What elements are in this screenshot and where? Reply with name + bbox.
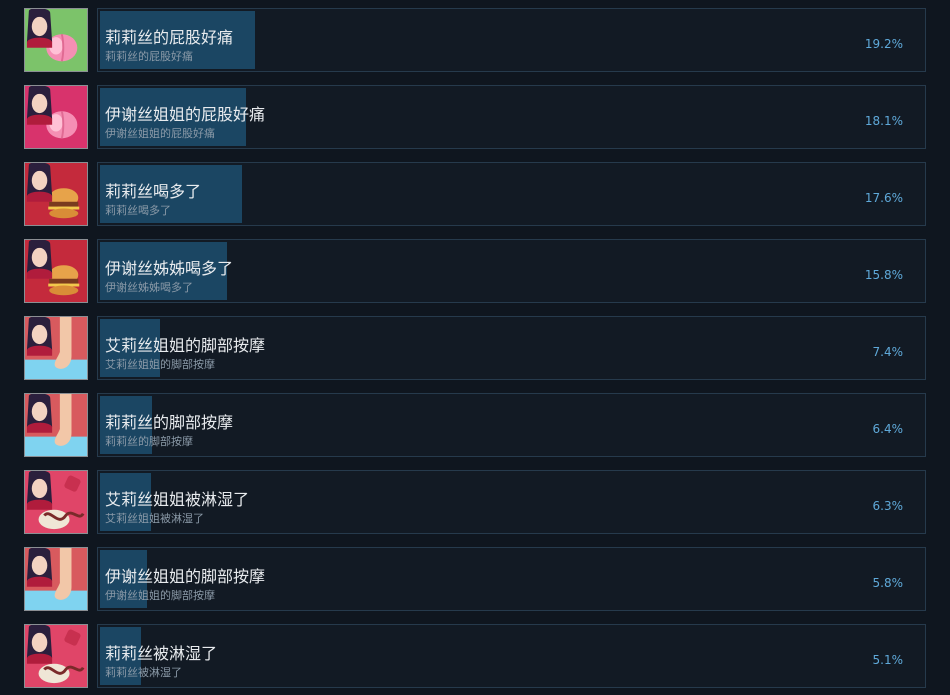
- achievement-panel: 伊谢丝姐姐的脚部按摩 伊谢丝姐姐的脚部按摩 5.8%: [97, 547, 926, 611]
- achievement-row[interactable]: 莉莉丝喝多了 莉莉丝喝多了 17.6%: [0, 162, 950, 228]
- unlock-percentage: 5.8%: [872, 576, 904, 590]
- tentacle-icon: [24, 470, 88, 534]
- achievement-title: 伊谢丝姐姐的脚部按摩: [105, 567, 266, 586]
- unlock-percentage: 6.3%: [872, 499, 904, 513]
- achievement-description: 伊谢丝姐姐的脚部按摩: [105, 589, 215, 602]
- achievement-row[interactable]: 伊谢丝姐姐的脚部按摩 伊谢丝姐姐的脚部按摩 5.8%: [0, 547, 950, 613]
- achievement-title: 莉莉丝的脚部按摩: [105, 413, 234, 432]
- achievement-panel: 莉莉丝的脚部按摩 莉莉丝的脚部按摩 6.4%: [97, 393, 926, 457]
- foot-icon: [24, 316, 88, 380]
- achievement-panel: 莉莉丝喝多了 莉莉丝喝多了 17.6%: [97, 162, 926, 226]
- achievement-description: 艾莉丝姐姐被淋湿了: [105, 512, 204, 525]
- achievement-description: 莉莉丝的屁股好痛: [105, 50, 193, 63]
- foot-icon: [24, 393, 88, 457]
- burger-icon: [24, 239, 88, 303]
- unlock-percentage: 19.2%: [864, 37, 903, 51]
- achievement-panel: 艾莉丝姐姐被淋湿了 艾莉丝姐姐被淋湿了 6.3%: [97, 470, 926, 534]
- achievement-row[interactable]: 伊谢丝姊姊喝多了 伊谢丝姊姊喝多了 15.8%: [0, 239, 950, 305]
- achievement-title: 莉莉丝被淋湿了: [105, 644, 218, 663]
- achievement-row[interactable]: 艾莉丝姐姐被淋湿了 艾莉丝姐姐被淋湿了 6.3%: [0, 470, 950, 536]
- achievement-panel: 莉莉丝的屁股好痛 莉莉丝的屁股好痛 19.2%: [97, 8, 926, 72]
- foot-icon: [24, 547, 88, 611]
- achievement-title: 伊谢丝姐姐的屁股好痛: [105, 105, 266, 124]
- unlock-percentage: 6.4%: [872, 422, 904, 436]
- achievement-row[interactable]: 莉莉丝的脚部按摩 莉莉丝的脚部按摩 6.4%: [0, 393, 950, 459]
- achievement-row[interactable]: 伊谢丝姐姐的屁股好痛 伊谢丝姐姐的屁股好痛 18.1%: [0, 85, 950, 151]
- achievement-title: 莉莉丝的屁股好痛: [105, 28, 234, 47]
- achievement-description: 莉莉丝的脚部按摩: [105, 435, 193, 448]
- achievement-panel: 莉莉丝被淋湿了 莉莉丝被淋湿了 5.1%: [97, 624, 926, 688]
- burger-icon: [24, 162, 88, 226]
- achievement-panel: 伊谢丝姊姊喝多了 伊谢丝姊姊喝多了 15.8%: [97, 239, 926, 303]
- achievement-title: 艾莉丝姐姐的脚部按摩: [105, 336, 266, 355]
- achievement-row[interactable]: 莉莉丝的屁股好痛 莉莉丝的屁股好痛 19.2%: [0, 8, 950, 74]
- achievement-title: 伊谢丝姊姊喝多了: [105, 259, 234, 278]
- achievement-panel: 伊谢丝姐姐的屁股好痛 伊谢丝姐姐的屁股好痛 18.1%: [97, 85, 926, 149]
- unlock-percentage: 5.1%: [872, 653, 904, 667]
- achievement-row[interactable]: 艾莉丝姐姐的脚部按摩 艾莉丝姐姐的脚部按摩 7.4%: [0, 316, 950, 382]
- achievement-description: 伊谢丝姊姊喝多了: [105, 281, 193, 294]
- unlock-percentage: 18.1%: [864, 114, 903, 128]
- peach-icon: [24, 85, 88, 149]
- unlock-percentage: 15.8%: [864, 268, 903, 282]
- achievement-description: 莉莉丝喝多了: [105, 204, 171, 217]
- achievement-title: 莉莉丝喝多了: [105, 182, 202, 201]
- achievement-description: 伊谢丝姐姐的屁股好痛: [105, 127, 215, 140]
- achievement-description: 艾莉丝姐姐的脚部按摩: [105, 358, 215, 371]
- peach-icon: [24, 8, 88, 72]
- achievement-list: 莉莉丝的屁股好痛 莉莉丝的屁股好痛 19.2% 伊谢丝姐姐的屁股好痛 伊谢丝姐姐的屁股好…: [0, 0, 950, 695]
- achievement-description: 莉莉丝被淋湿了: [105, 666, 182, 679]
- tentacle-icon: [24, 624, 88, 688]
- unlock-percentage: 7.4%: [872, 345, 904, 359]
- achievement-panel: 艾莉丝姐姐的脚部按摩 艾莉丝姐姐的脚部按摩 7.4%: [97, 316, 926, 380]
- achievement-title: 艾莉丝姐姐被淋湿了: [105, 490, 250, 509]
- unlock-percentage: 17.6%: [864, 191, 903, 205]
- achievement-row[interactable]: 莉莉丝被淋湿了 莉莉丝被淋湿了 5.1%: [0, 624, 950, 690]
